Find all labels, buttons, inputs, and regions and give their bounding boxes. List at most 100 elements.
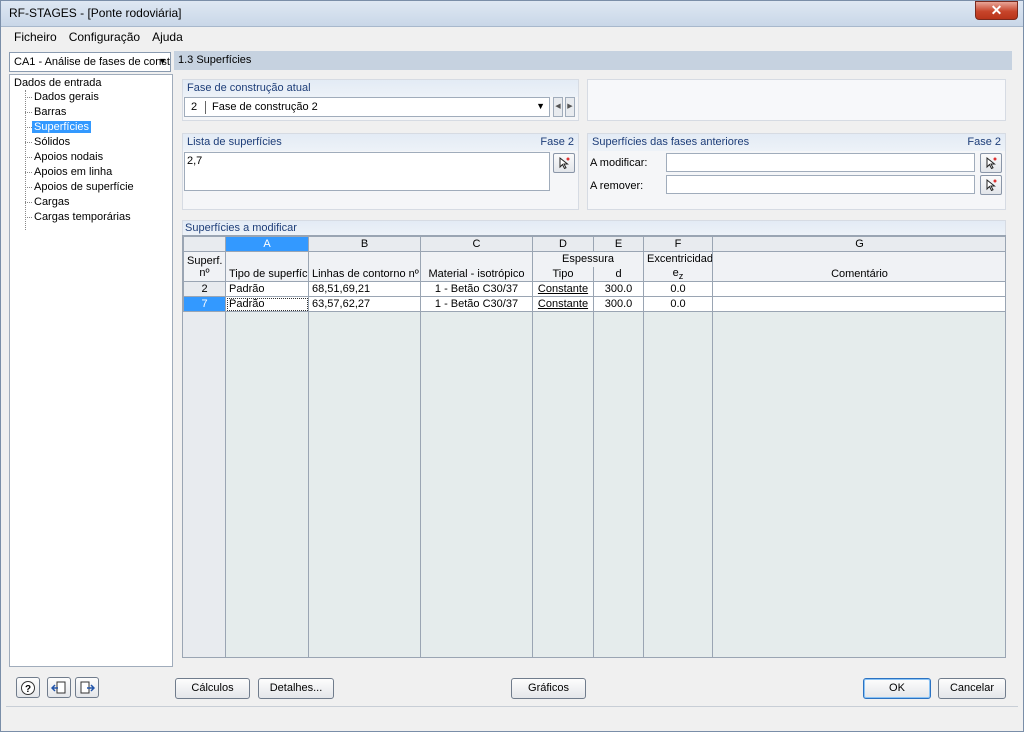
current-stage-heading: Fase de construção atual [183,80,578,97]
cell-material[interactable]: 1 - Betão C30/37 [420,281,533,297]
export-button[interactable] [75,677,99,698]
header-empty [420,251,533,267]
section-title: 1.3 Superfícies [174,51,1012,70]
cell-comentario[interactable] [712,281,1005,297]
column-header-e[interactable]: E [593,236,644,252]
table-row[interactable]: 7 Padrão 63,57,62,27 1 - Betão C30/37 Co… [183,296,1005,312]
cell-ez[interactable]: 0.0 [643,296,713,312]
info-panel [587,79,1006,121]
next-stage-button[interactable]: ▶ [565,97,575,117]
row-number[interactable]: 2 [183,281,226,297]
header-ez-subscript: z [678,270,684,281]
tree-connector [25,112,32,113]
title-bar: RF-STAGES - [Ponte rodoviária] ✕ [0,0,1024,27]
corner-cell [183,236,226,252]
pick-modify-button[interactable] [980,153,1002,173]
modify-table: A B C D E F G Superf. Espessura Excentri… [182,235,1006,658]
svg-text:?: ? [25,684,31,695]
header-espessura: Espessura [532,251,644,267]
cell-ez[interactable]: 0.0 [643,281,713,297]
tree-item-apoios-de-superficie[interactable]: Apoios de superfície [32,181,136,193]
calculos-button[interactable]: Cálculos [175,678,250,699]
cell-d[interactable]: 300.0 [593,296,644,312]
header-excentricidade: Excentricidade [643,251,713,267]
surface-list-heading: Lista de superfícies Fase 2 [183,134,578,151]
cancel-button[interactable]: Cancelar [938,678,1006,699]
graficos-button[interactable]: Gráficos [511,678,586,699]
tree-connector [25,187,32,188]
tree-root[interactable]: Dados de entrada [14,77,101,89]
navigator-tree: Dados de entrada Dados gerais Barras Sup… [9,74,173,667]
surface-list-label: Lista de superfícies [187,136,282,148]
tree-connector [25,97,32,98]
cell-linhas[interactable]: 68,51,69,21 [308,281,421,297]
current-stage-select[interactable]: 2 Fase de construção 2 ▼ [184,97,550,117]
cell-tipo-superficie[interactable]: Padrão [225,281,309,297]
tree-connector [25,157,32,158]
column-header-a[interactable]: A [225,236,309,252]
cell-tipo-superficie[interactable]: Padrão [225,296,309,312]
column-header-d[interactable]: D [532,236,594,252]
close-button[interactable]: ✕ [975,1,1018,20]
column-header-g[interactable]: G [712,236,1005,252]
ok-button[interactable]: OK [863,678,931,699]
tree-item-superficies[interactable]: Superfícies [32,121,92,133]
menu-configuracao[interactable]: Configuração [63,27,146,47]
header-d: d [593,266,644,282]
previous-stage-button[interactable]: ◀ [553,97,563,117]
pick-remove-button[interactable] [980,175,1002,195]
modify-input[interactable] [666,153,975,172]
stage-number: 2 [191,101,198,113]
header-no: nº [183,266,226,282]
help-button[interactable]: ? [16,677,40,698]
cell-linhas[interactable]: 63,57,62,27 [308,296,421,312]
tree-connector [25,202,32,203]
cell-material[interactable]: 1 - Betão C30/37 [420,296,533,312]
header-empty [225,251,309,267]
header-superf: Superf. [183,251,226,267]
pick-surfaces-button[interactable] [553,153,575,173]
header-ez: ez [643,266,713,282]
tree-item-solidos[interactable]: Sólidos [32,136,72,148]
tree-item-apoios-em-linha[interactable]: Apoios em linha [32,166,114,178]
load-case-select[interactable]: CA1 - Análise de fases de const ▼ [9,52,171,72]
cell-comentario[interactable] [712,296,1005,312]
column-header-f[interactable]: F [643,236,713,252]
stage-name: Fase de construção 2 [212,101,318,113]
column-header-b[interactable]: B [308,236,421,252]
detalhes-button[interactable]: Detalhes... [258,678,334,699]
divider [205,101,206,114]
load-case-value: CA1 - Análise de fases de const [14,56,170,68]
table-row[interactable]: 2 Padrão 68,51,69,21 1 - Betão C30/37 Co… [183,281,1005,297]
header-empty [712,251,1005,267]
cell-tipo[interactable]: Constante [532,281,594,297]
modify-label: A modificar: [590,157,648,169]
menu-ficheiro[interactable]: Ficheiro [8,27,63,47]
tree-item-barras[interactable]: Barras [32,106,68,118]
cursor-pick-icon [986,156,997,170]
header-linhas-contorno: Linhas de contorno nº [308,266,421,282]
cursor-pick-icon [986,178,997,192]
import-button[interactable] [47,677,71,698]
menu-bar: Ficheiro Configuração Ajuda [0,27,1024,47]
surface-list-input[interactable]: 2,7 [184,152,550,191]
row-number[interactable]: 7 [183,296,226,312]
tree-connector [25,172,32,173]
cell-d[interactable]: 300.0 [593,281,644,297]
tree-item-dados-gerais[interactable]: Dados gerais [32,91,101,103]
tree-item-cargas-temporarias[interactable]: Cargas temporárias [32,211,133,223]
header-comentario: Comentário [712,266,1005,282]
previous-stages-stage: Fase 2 [967,136,1001,148]
header-empty [308,251,421,267]
modify-table-heading: Superfícies a modificar [182,220,1006,235]
cell-tipo[interactable]: Constante [532,296,594,312]
modify-grid: A B C D E F G Superf. Espessura Excentri… [183,236,1005,312]
chevron-down-icon: ▼ [536,101,545,111]
window-title: RF-STAGES - [Ponte rodoviária] [9,6,182,20]
column-header-c[interactable]: C [420,236,533,252]
tree-item-apoios-nodais[interactable]: Apoios nodais [32,151,105,163]
tree-item-cargas[interactable]: Cargas [32,196,71,208]
previous-stages-heading: Superfícies das fases anteriores Fase 2 [588,134,1005,151]
remove-input[interactable] [666,175,975,194]
menu-ajuda[interactable]: Ajuda [146,27,189,47]
